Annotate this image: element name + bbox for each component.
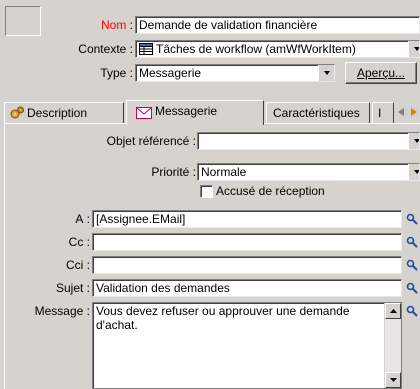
receipt-label: Accusé de réception bbox=[216, 184, 325, 198]
cc-field[interactable] bbox=[92, 233, 402, 251]
bcc-field[interactable] bbox=[92, 256, 402, 274]
to-label: A : bbox=[75, 212, 90, 226]
subject-field[interactable]: Validation des demandes bbox=[92, 279, 402, 297]
tab-caracteristiques[interactable]: Caractéristiques bbox=[266, 102, 370, 124]
envelope-icon bbox=[136, 105, 152, 125]
search-icon[interactable] bbox=[404, 210, 420, 228]
chevron-down-icon[interactable] bbox=[408, 41, 419, 57]
tab-scroll-left-button[interactable] bbox=[394, 104, 408, 120]
message-label: Message : bbox=[34, 304, 90, 318]
tab-description[interactable]: Description bbox=[4, 102, 124, 124]
search-icon[interactable] bbox=[404, 233, 420, 251]
to-field[interactable]: [Assignee.EMail] bbox=[92, 210, 402, 228]
type-select[interactable]: Messagerie bbox=[135, 64, 335, 82]
context-select[interactable]: Tâches de workflow (amWfWorkItem) bbox=[135, 40, 420, 58]
message-scrollbar[interactable] bbox=[384, 303, 401, 388]
name-field[interactable]: Demande de validation financière bbox=[135, 16, 420, 34]
search-icon[interactable] bbox=[404, 256, 420, 274]
referenced-object-label: Objet référencé : bbox=[106, 134, 196, 148]
tab-messagerie[interactable]: Messagerie bbox=[126, 100, 264, 125]
preview-button[interactable]: Aperçu... bbox=[345, 62, 417, 84]
bcc-label: Cci : bbox=[65, 258, 90, 272]
message-text: Vous devez refuser ou approuver une dema… bbox=[96, 304, 350, 332]
record-image-frame bbox=[5, 6, 41, 36]
search-icon[interactable] bbox=[404, 279, 420, 297]
table-icon bbox=[139, 43, 153, 57]
message-textarea[interactable]: Vous devez refuser ou approuver une dema… bbox=[92, 302, 402, 389]
chevron-down-icon[interactable] bbox=[408, 164, 419, 180]
referenced-object-select[interactable] bbox=[197, 132, 420, 150]
search-icon[interactable] bbox=[404, 302, 420, 320]
priority-select[interactable]: Normale bbox=[197, 163, 420, 181]
priority-label: Priorité : bbox=[151, 165, 196, 179]
name-label: Nom : bbox=[100, 18, 133, 32]
tab-scroll-right-button[interactable] bbox=[407, 104, 420, 120]
subject-label: Sujet : bbox=[55, 281, 90, 295]
type-label: Type : bbox=[100, 66, 133, 80]
chevron-down-icon[interactable] bbox=[318, 65, 334, 81]
tab-strip: Description Messagerie Caractéristiques … bbox=[4, 100, 420, 125]
chevron-down-icon[interactable] bbox=[408, 133, 419, 149]
receipt-checkbox[interactable] bbox=[200, 185, 213, 198]
tab-overflow[interactable]: I bbox=[372, 102, 394, 124]
context-label: Contexte : bbox=[78, 42, 133, 56]
scroll-down-button[interactable] bbox=[385, 372, 401, 388]
scroll-up-button[interactable] bbox=[385, 303, 401, 319]
cc-label: Cc : bbox=[68, 235, 90, 249]
